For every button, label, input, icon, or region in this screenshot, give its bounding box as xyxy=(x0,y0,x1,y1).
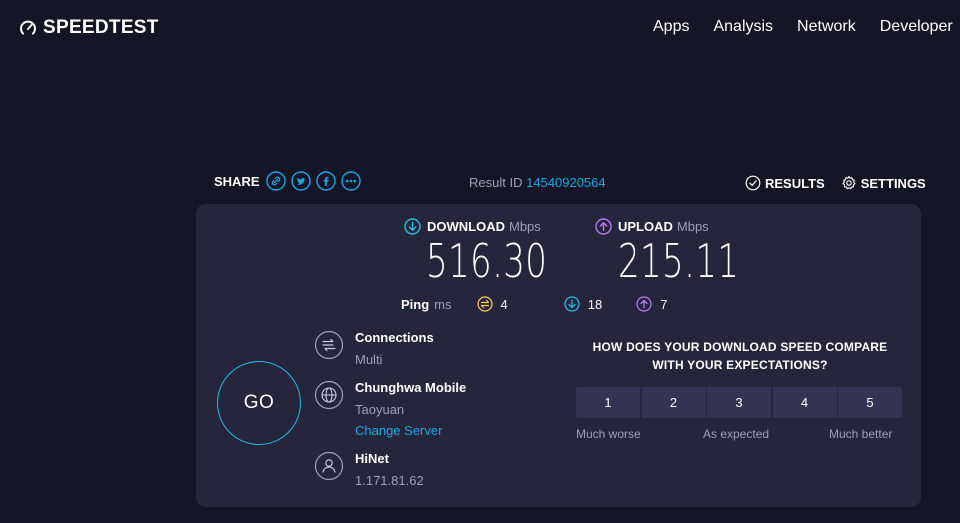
top-header: SPEEDTEST Apps Analysis Network Develope… xyxy=(0,0,960,56)
check-circle-icon xyxy=(745,175,761,191)
share-bar: SHARE xyxy=(214,171,366,191)
rating-option-4[interactable]: 4 xyxy=(772,387,837,418)
question-line-1: HOW DOES YOUR DOWNLOAD SPEED COMPARE xyxy=(592,340,888,354)
download-arrow-icon xyxy=(404,218,421,235)
link-icon[interactable] xyxy=(265,171,286,191)
nav-developer[interactable]: Developer xyxy=(880,18,953,36)
connections-icon[interactable] xyxy=(314,330,344,360)
upload-value: 215.11 xyxy=(618,234,740,288)
upload-latency-icon xyxy=(636,296,652,312)
ping-row: Ping ms 4 18 7 xyxy=(401,296,695,312)
speedometer-icon xyxy=(20,20,36,35)
isp-name: HiNet xyxy=(355,451,389,466)
rating-option-3[interactable]: 3 xyxy=(707,387,771,418)
logo-text: SPEEDTEST xyxy=(43,17,159,38)
ping-upload: 7 xyxy=(636,296,667,312)
share-label: SHARE xyxy=(214,173,260,189)
go-button[interactable]: GO xyxy=(217,361,301,445)
results-link[interactable]: RESULTS xyxy=(745,175,825,191)
upload-metric: UPLOAD Mbps 215.11 xyxy=(595,218,782,285)
settings-link[interactable]: SETTINGS xyxy=(841,175,926,191)
facebook-icon[interactable] xyxy=(315,171,336,191)
ping-idle: 4 xyxy=(476,296,508,312)
user-icon xyxy=(314,451,344,481)
rating-option-2[interactable]: 2 xyxy=(641,387,706,418)
upload-unit: Mbps xyxy=(676,219,709,234)
scale-mid-label: As expected xyxy=(703,427,770,441)
rating-scale: 1 2 3 4 5 xyxy=(576,387,902,418)
download-value: 516.30 xyxy=(426,234,548,288)
connections-title: Connections xyxy=(355,330,434,345)
rating-option-1[interactable]: 1 xyxy=(576,387,640,418)
download-unit: Mbps xyxy=(509,219,541,234)
main-nav: Apps Analysis Network Developer xyxy=(653,18,960,36)
connections-value: Multi xyxy=(355,352,383,367)
ping-download: 18 xyxy=(564,296,602,312)
globe-icon xyxy=(314,380,344,410)
upload-header: UPLOAD Mbps xyxy=(595,218,782,235)
ping-download-value: 18 xyxy=(587,296,603,312)
nav-network[interactable]: Network xyxy=(797,18,856,36)
download-header: DOWNLOAD Mbps xyxy=(404,218,590,235)
gear-icon xyxy=(842,175,856,190)
ping-label: Ping xyxy=(401,296,430,312)
server-location: Taoyuan xyxy=(355,402,405,417)
download-latency-icon xyxy=(564,296,580,312)
top-links: RESULTS SETTINGS xyxy=(745,175,926,191)
result-id-label: Result ID xyxy=(469,175,523,190)
settings-label: SETTINGS xyxy=(860,175,926,191)
result-card: DOWNLOAD Mbps 516.30 UPLOAD Mbps 215.11 … xyxy=(196,204,921,507)
ping-unit: ms xyxy=(434,296,452,312)
results-label: RESULTS xyxy=(765,175,825,191)
speedtest-logo[interactable]: SPEEDTEST xyxy=(19,17,159,39)
download-metric: DOWNLOAD Mbps 516.30 xyxy=(404,218,590,285)
idle-latency-icon xyxy=(476,296,493,312)
nav-apps[interactable]: Apps xyxy=(653,18,689,36)
change-server-link[interactable]: Change Server xyxy=(355,423,442,438)
question-line-2: WITH YOUR EXPECTATIONS? xyxy=(652,358,828,372)
more-icon[interactable] xyxy=(340,171,361,191)
scale-low-label: Much worse xyxy=(576,427,641,441)
upload-arrow-icon xyxy=(595,218,612,235)
download-label: DOWNLOAD xyxy=(427,219,505,234)
rating-option-5[interactable]: 5 xyxy=(838,387,902,418)
nav-analysis[interactable]: Analysis xyxy=(713,18,773,36)
scale-high-label: Much better xyxy=(829,427,893,441)
ping-idle-value: 4 xyxy=(500,296,508,312)
twitter-icon[interactable] xyxy=(290,171,311,191)
server-name: Chunghwa Mobile xyxy=(355,380,467,395)
upload-label: UPLOAD xyxy=(618,219,673,234)
result-id-link[interactable]: 14540920564 xyxy=(526,175,606,190)
isp-ip: 1.171.81.62 xyxy=(355,473,424,488)
expectation-question: HOW DOES YOUR DOWNLOAD SPEED COMPARE WIT… xyxy=(576,338,904,374)
ping-upload-value: 7 xyxy=(660,296,668,312)
result-id: Result ID 14540920564 xyxy=(469,175,606,190)
